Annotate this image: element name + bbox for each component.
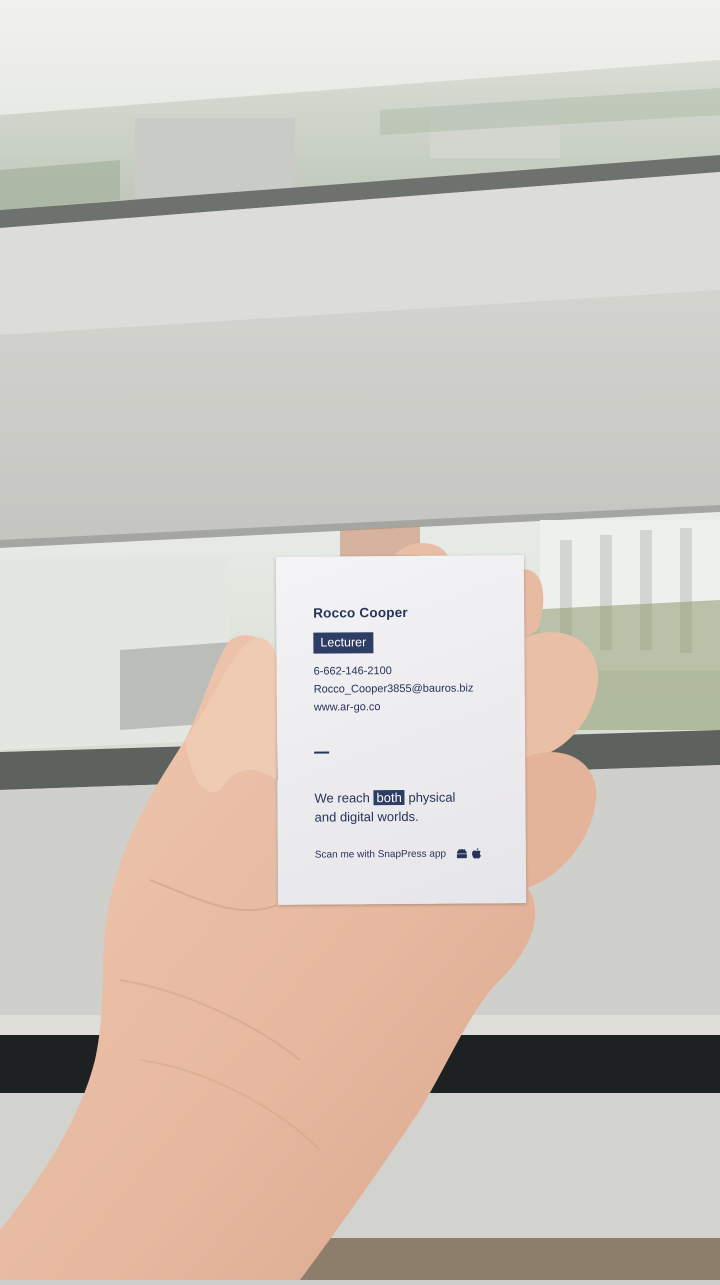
photo-scene <box>0 0 720 1280</box>
background-scene <box>0 0 720 1280</box>
